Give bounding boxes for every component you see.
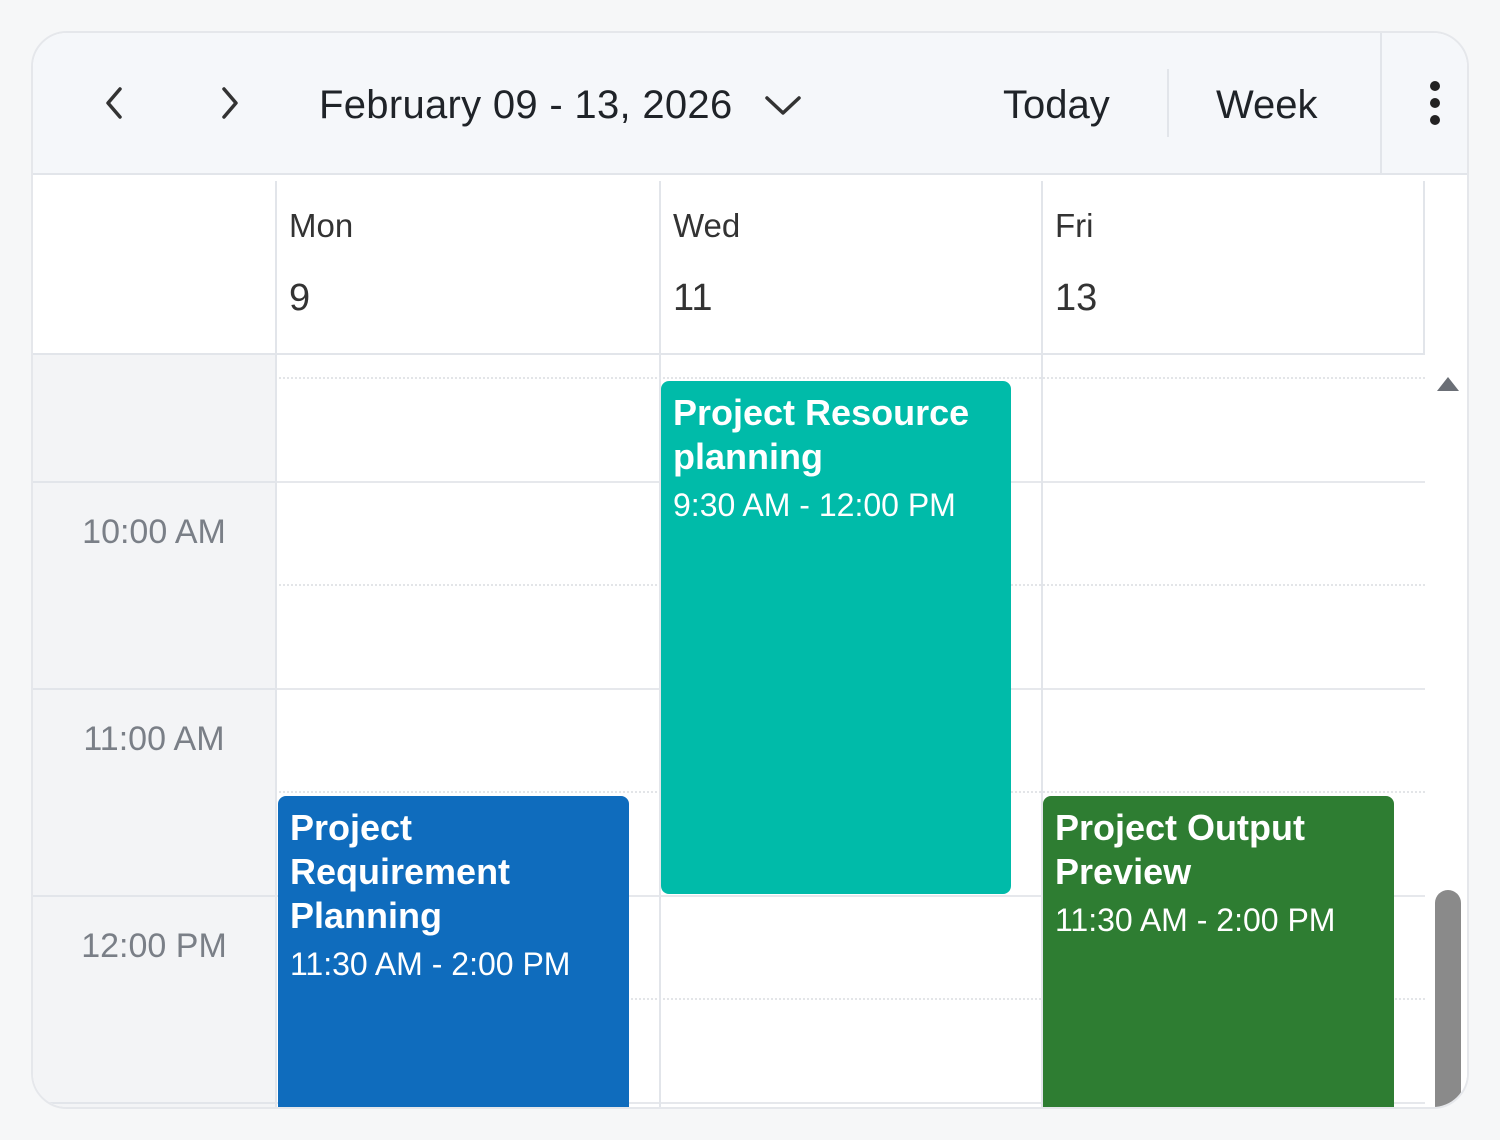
view-switcher-button[interactable]: Week xyxy=(1216,75,1318,135)
event-time: 9:30 AM - 12:00 PM xyxy=(673,487,956,523)
toolbar-divider xyxy=(1167,69,1169,137)
time-divider xyxy=(33,481,275,483)
time-grid: 10:00 AM 11:00 AM 12:00 PM Project Resou… xyxy=(33,355,1425,1107)
chevron-right-icon xyxy=(222,87,238,119)
time-label: 11:00 AM xyxy=(83,720,225,758)
more-vertical-icon xyxy=(1430,81,1440,125)
chevron-down-icon xyxy=(763,90,803,120)
scroll-up-arrow-icon[interactable] xyxy=(1437,377,1459,391)
next-week-button[interactable] xyxy=(199,73,259,133)
event-time: 11:30 AM - 2:00 PM xyxy=(1055,902,1336,938)
chevron-left-icon xyxy=(106,87,122,119)
event-project-resource-planning[interactable]: Project Resource planning 9:30 AM - 12:0… xyxy=(661,381,1011,894)
day-header-wed[interactable]: Wed 11 xyxy=(659,181,1041,353)
day-number: 9 xyxy=(289,277,311,319)
time-divider xyxy=(33,895,275,897)
time-label: 10:00 AM xyxy=(82,513,226,551)
toolbar-divider xyxy=(1380,33,1382,173)
date-range-picker[interactable]: February 09 - 13, 2026 xyxy=(319,75,803,135)
previous-week-button[interactable] xyxy=(85,73,145,133)
today-button[interactable]: Today xyxy=(1003,75,1110,135)
event-project-output-preview[interactable]: Project Output Preview 11:30 AM - 2:00 P… xyxy=(1043,796,1394,1107)
event-project-requirement-planning[interactable]: Project Requirement Planning 11:30 AM - … xyxy=(278,796,629,1107)
day-name: Fri xyxy=(1055,207,1094,244)
date-range-label: February 09 - 13, 2026 xyxy=(319,82,733,127)
time-label: 12:00 PM xyxy=(81,927,227,965)
event-title: Project Requirement Planning xyxy=(290,807,511,936)
calendar-toolbar: February 09 - 13, 2026 Today Week xyxy=(33,33,1467,175)
more-options-button[interactable] xyxy=(1405,73,1465,133)
event-time: 11:30 AM - 2:00 PM xyxy=(290,946,571,982)
day-number: 11 xyxy=(673,277,713,319)
calendar-card: February 09 - 13, 2026 Today Week Mon 9 … xyxy=(31,31,1469,1109)
day-header-row: Mon 9 Wed 11 Fri 13 xyxy=(33,181,1425,355)
vertical-scrollbar[interactable] xyxy=(1427,355,1467,1107)
time-axis-column: 10:00 AM 11:00 AM 12:00 PM xyxy=(33,355,275,1107)
day-name: Mon xyxy=(289,207,354,244)
event-title: Project Resource planning xyxy=(673,392,970,477)
time-divider xyxy=(33,688,275,690)
time-divider xyxy=(33,1102,275,1104)
day-header-fri[interactable]: Fri 13 xyxy=(1041,181,1423,353)
scroll-thumb[interactable] xyxy=(1435,890,1461,1107)
day-number: 13 xyxy=(1055,277,1098,319)
day-header-mon[interactable]: Mon 9 xyxy=(275,181,659,353)
day-name: Wed xyxy=(673,207,741,244)
event-title: Project Output Preview xyxy=(1055,807,1305,892)
